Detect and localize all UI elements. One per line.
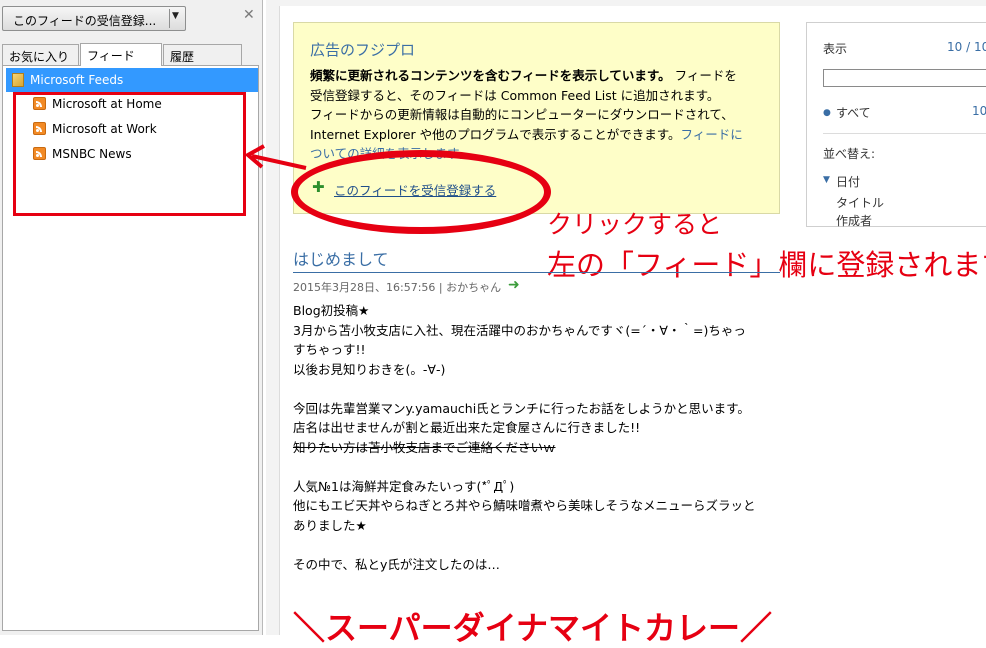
display-label: 表示	[823, 42, 848, 56]
tab-favorites-label: お気に入り	[9, 50, 70, 64]
post-body: Blog初投稿★ 3月から苫小牧支店に入社、現在活躍中のおかちゃんですヾ(=´・…	[293, 301, 783, 574]
feed-search-input[interactable]	[823, 69, 986, 87]
annotation-arrow	[244, 144, 307, 170]
sort-by-author[interactable]: 作成者	[836, 212, 872, 229]
post-line	[293, 379, 783, 399]
post-line	[293, 457, 783, 477]
post-line-struck: 知りたい方は苫小牧支店までご連絡くださいｗ	[293, 439, 556, 455]
display-count: 10 / 10	[947, 40, 986, 54]
annotation-text-registered: 左の「フィード」欄に登録されます	[547, 248, 986, 282]
info-line-4: Internet Explorer や他のプログラムで表示することができます。	[310, 126, 681, 142]
post-meta: 2015年3月28日、16:57:56 | おかちゃん	[293, 281, 502, 294]
sort-by-title[interactable]: タイトル	[836, 194, 884, 211]
bullet-icon: ●	[823, 108, 831, 118]
folder-icon	[12, 73, 24, 87]
feed-filter-panel: 表示 10 / 10 ● すべて 10 並べ替え: ▼ 日付 タイトル 作成者	[806, 22, 986, 229]
filter-all-count: 10	[972, 104, 986, 118]
post-heading-curry: ＼スーパーダイナマイトカレー／	[293, 609, 773, 647]
post-line: 3月から苫小牧支店に入社、現在活躍中のおかちゃんですヾ(=´・∀・｀=)ちゃっ	[293, 322, 746, 338]
post-line: ありました★	[293, 517, 367, 533]
post-line: 他にもエビ天丼やらねぎとろ丼やら鯖味噌煮やら美味しそうなメニューらズラッと	[293, 498, 756, 513]
filter-all-link[interactable]: すべて	[836, 104, 871, 121]
post-line: 以後お見知りおきを(。-∀-)	[293, 361, 446, 377]
subscribe-feed-button-label: このフィードの受信登録...	[13, 14, 157, 28]
close-icon[interactable]: ✕	[243, 7, 255, 23]
tree-folder-label: Microsoft Feeds	[30, 73, 124, 87]
sort-label: 並べ替え:	[823, 147, 876, 161]
panel-divider	[823, 133, 986, 134]
info-line-3: フィードからの更新情報は自動的にコンピューターにダウンロードされて、	[310, 107, 734, 122]
tree-folder-microsoft-feeds[interactable]: Microsoft Feeds	[6, 68, 258, 92]
sort-direction-icon: ▼	[823, 175, 830, 185]
info-line-2: 受信登録すると、そのフィードは Common Feed List に追加されます…	[310, 87, 720, 103]
annotation-highlight-box	[13, 92, 246, 216]
subscribe-feed-button[interactable]: このフィードの受信登録... ▼	[2, 6, 186, 31]
info-box-title: 広告のフジプロ	[310, 41, 416, 59]
annotation-text-click: クリックすると	[547, 210, 723, 239]
post-line: Blog初投稿★	[293, 303, 370, 318]
info-box-text: 頻繁に更新されるコンテンツを含むフィードを表示しています。 フィードを 受信登録…	[310, 66, 766, 164]
post-title-underline	[293, 272, 780, 273]
info-bold-text: 頻繁に更新されるコンテンツを含むフィードを表示しています。	[310, 68, 671, 83]
post-line: すちゃっす!!	[293, 342, 366, 357]
feed-details-link[interactable]: フィードに	[681, 127, 743, 142]
tab-feeds-label: フィード	[87, 49, 135, 63]
post-line: 今回は先輩営業マンy.yamauchi氏とランチに行ったお話をしようかと思います…	[293, 400, 750, 416]
info-text-after-bold: フィードを	[670, 68, 737, 83]
post-line: 人気№1は海鮮丼定食みたいっす(*ﾟДﾟ)	[293, 478, 515, 494]
post-line: その中で、私とy氏が注文したのは…	[293, 556, 500, 572]
go-arrow-icon[interactable]: ➜	[508, 277, 520, 293]
sort-by-date[interactable]: 日付	[836, 173, 860, 190]
post-line: 店名は出せませんが割と最近出来た定食屋さんに行きました!!	[293, 420, 641, 435]
tab-history[interactable]: 履歴	[163, 44, 242, 65]
tab-favorites[interactable]: お気に入り	[2, 44, 79, 65]
tab-history-label: 履歴	[170, 50, 195, 64]
dropdown-arrow-icon[interactable]: ▼	[172, 11, 179, 21]
post-title-link[interactable]: はじめまして	[293, 246, 389, 270]
post-line	[293, 535, 783, 555]
tab-feeds[interactable]: フィード	[80, 43, 162, 66]
combo-divider	[169, 9, 170, 28]
annotation-highlight-ellipse	[291, 150, 551, 234]
